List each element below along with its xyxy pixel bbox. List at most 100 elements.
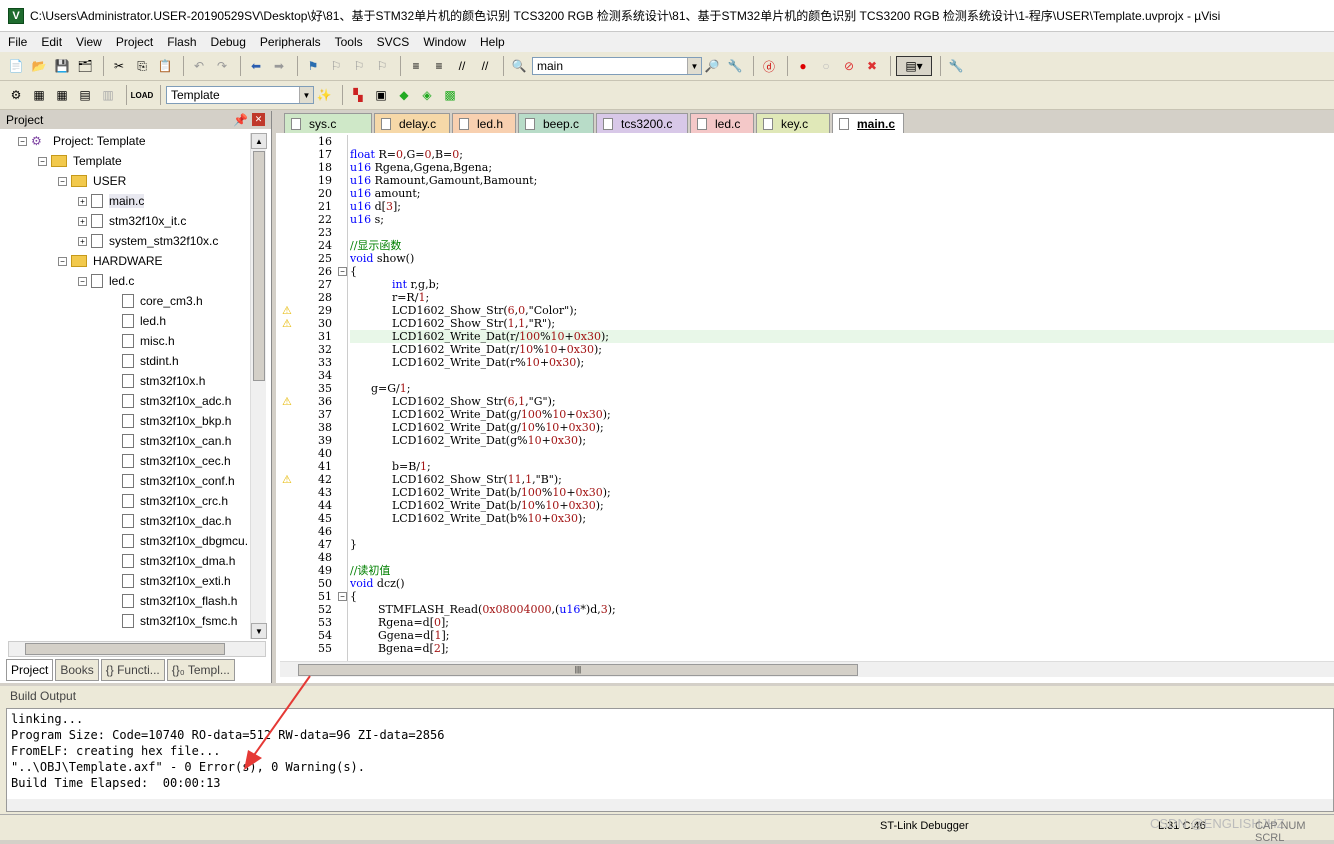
clear-bookmarks-icon[interactable]: ⚐ xyxy=(372,56,392,76)
tree-item[interactable]: stm32f10x_cec.h xyxy=(108,451,231,471)
manage-components-icon[interactable]: ▚ xyxy=(348,85,368,105)
project-tab[interactable]: {}₀ Templ... xyxy=(166,659,235,681)
collapse-icon[interactable]: − xyxy=(338,592,347,601)
scrollbar-thumb[interactable]: ||| xyxy=(298,664,858,676)
code-line[interactable]: //读初值 xyxy=(350,564,1334,577)
tree-item[interactable]: − led.c xyxy=(78,271,134,291)
code-line[interactable]: LCD1602_Write_Dat(b/100%10+0x30); xyxy=(350,486,1334,499)
tree-item[interactable]: stm32f10x_can.h xyxy=(108,431,231,451)
editor-tab-main-c[interactable]: main.c xyxy=(832,113,904,133)
translate-icon[interactable]: ⚙ xyxy=(6,85,26,105)
tree-item[interactable]: − USER xyxy=(58,171,126,191)
batch-build-icon[interactable]: ▤ xyxy=(75,85,95,105)
code-line[interactable]: Bgena=d[2]; xyxy=(350,642,1334,655)
collapse-icon[interactable]: − xyxy=(58,256,67,266)
menu-item-project[interactable]: Project xyxy=(116,35,153,49)
menu-item-debug[interactable]: Debug xyxy=(211,35,246,49)
editor-tab-led-c[interactable]: led.c xyxy=(690,113,754,133)
bookmark-icon[interactable]: ⚑ xyxy=(303,56,323,76)
undo-icon[interactable]: ↶ xyxy=(189,56,209,76)
file-extensions-icon[interactable]: ▣ xyxy=(371,85,391,105)
debug-session-icon[interactable]: ⓓ xyxy=(759,56,779,76)
code-line[interactable]: LCD1602_Write_Dat(g/10%10+0x30); xyxy=(350,421,1334,434)
indent-icon[interactable]: ≡ xyxy=(406,56,426,76)
tree-item[interactable]: − ⚙ Project: Template xyxy=(18,131,146,151)
stop-build-icon[interactable]: ▥ xyxy=(98,85,118,105)
tree-item[interactable]: + stm32f10x_it.c xyxy=(78,211,186,231)
nav-back-icon[interactable]: ⬅ xyxy=(246,56,266,76)
code-line[interactable]: Ggena=d[1]; xyxy=(350,629,1334,642)
select-software-packs-icon[interactable]: ◈ xyxy=(417,85,437,105)
chevron-down-icon[interactable]: ▼ xyxy=(687,58,701,74)
menu-item-edit[interactable]: Edit xyxy=(41,35,62,49)
code-line[interactable] xyxy=(350,525,1334,538)
code-line[interactable]: LCD1602_Write_Dat(r%10+0x30); xyxy=(350,356,1334,369)
code-line[interactable]: g=G/1; xyxy=(350,382,1334,395)
code-line[interactable]: LCD1602_Write_Dat(g/100%10+0x30); xyxy=(350,408,1334,421)
tree-item[interactable]: − Template xyxy=(38,151,122,171)
code-line[interactable]: u16 Ramount,Gamount,Bamount; xyxy=(350,174,1334,187)
cut-icon[interactable]: ✂ xyxy=(109,56,129,76)
code-line[interactable]: void dcz() xyxy=(350,577,1334,590)
collapse-icon[interactable]: − xyxy=(58,176,67,186)
project-tab[interactable]: Project xyxy=(6,659,54,681)
save-all-icon[interactable]: 🗂 xyxy=(75,56,95,76)
tree-item[interactable]: stm32f10x_flash.h xyxy=(108,591,237,611)
project-vertical-scrollbar[interactable]: ▲ ▼ xyxy=(250,133,267,639)
code-area[interactable]: float R=0,G=0,B=0; u16 Rgena,Ggena,Bgena;… xyxy=(350,135,1334,661)
find-icon[interactable]: 🔎 xyxy=(702,56,722,76)
tree-item[interactable]: stm32f10x_dma.h xyxy=(108,551,235,571)
rebuild-icon[interactable]: ▦ xyxy=(52,85,72,105)
tree-item[interactable]: led.h xyxy=(108,311,166,331)
tree-item[interactable]: stm32f10x.h xyxy=(108,371,205,391)
find-combo[interactable]: main ▼ xyxy=(532,57,702,75)
code-line[interactable]: LCD1602_Show_Str(11,1,"B"); xyxy=(350,473,1334,486)
menu-item-help[interactable]: Help xyxy=(480,35,505,49)
code-line[interactable]: //显示函数 xyxy=(350,239,1334,252)
disable-breakpoint-icon[interactable]: ○ xyxy=(816,56,836,76)
editor-tab-key-c[interactable]: key.c xyxy=(756,113,830,133)
code-line[interactable]: u16 Rgena,Ggena,Bgena; xyxy=(350,161,1334,174)
code-line[interactable]: LCD1602_Write_Dat(b/10%10+0x30); xyxy=(350,499,1334,512)
tree-item[interactable]: stm32f10x_exti.h xyxy=(108,571,231,591)
code-line[interactable]: { xyxy=(350,590,1334,603)
new-file-icon[interactable]: 📄 xyxy=(6,56,26,76)
tree-item[interactable]: core_cm3.h xyxy=(108,291,203,311)
code-line[interactable]: LCD1602_Write_Dat(b%10+0x30); xyxy=(350,512,1334,525)
nav-forward-icon[interactable]: ➡ xyxy=(269,56,289,76)
prev-bookmark-icon[interactable]: ⚐ xyxy=(326,56,346,76)
breakpoint-icon[interactable]: ● xyxy=(793,56,813,76)
menu-item-view[interactable]: View xyxy=(76,35,102,49)
build-output-text[interactable]: linking... Program Size: Code=10740 RO-da… xyxy=(6,708,1334,812)
tree-item[interactable]: + system_stm32f10x.c xyxy=(78,231,218,251)
code-line[interactable]: LCD1602_Write_Dat(r/100%10+0x30); xyxy=(350,330,1334,343)
tree-item[interactable]: stm32f10x_bkp.h xyxy=(108,411,231,431)
project-horizontal-scrollbar[interactable] xyxy=(8,641,266,657)
code-line[interactable]: LCD1602_Show_Str(1,1,"R"); xyxy=(350,317,1334,330)
code-line[interactable]: LCD1602_Write_Dat(g%10+0x30); xyxy=(350,434,1334,447)
collapse-icon[interactable]: − xyxy=(78,276,87,286)
menu-item-tools[interactable]: Tools xyxy=(335,35,363,49)
collapse-icon[interactable]: − xyxy=(338,267,347,276)
incremental-find-icon[interactable]: 🔧 xyxy=(725,56,745,76)
code-line[interactable]: int r,g,b; xyxy=(350,278,1334,291)
download-load-icon[interactable]: LOAD xyxy=(131,85,154,105)
code-line[interactable]: float R=0,G=0,B=0; xyxy=(350,148,1334,161)
menu-item-flash[interactable]: Flash xyxy=(167,35,196,49)
code-line[interactable] xyxy=(350,551,1334,564)
configure-wrench-icon[interactable]: 🔧 xyxy=(946,56,966,76)
editor-tab-tcs3200-c[interactable]: tcs3200.c xyxy=(596,113,688,133)
tree-item[interactable]: − HARDWARE xyxy=(58,251,163,271)
editor-tab-delay-c[interactable]: delay.c xyxy=(374,113,450,133)
code-line[interactable]: u16 s; xyxy=(350,213,1334,226)
code-line[interactable]: LCD1602_Write_Dat(r/10%10+0x30); xyxy=(350,343,1334,356)
build-icon[interactable]: ▦ xyxy=(29,85,49,105)
scroll-down-icon[interactable]: ▼ xyxy=(251,623,267,639)
code-line[interactable]: { xyxy=(350,265,1334,278)
code-line[interactable]: Rgena=d[0]; xyxy=(350,616,1334,629)
pack-installer-icon[interactable]: ◆ xyxy=(394,85,414,105)
target-options-icon[interactable]: ✨ xyxy=(314,85,334,105)
chevron-down-icon[interactable]: ▼ xyxy=(299,87,313,103)
tree-item[interactable]: stdint.h xyxy=(108,351,179,371)
tree-item[interactable]: stm32f10x_dac.h xyxy=(108,511,231,531)
